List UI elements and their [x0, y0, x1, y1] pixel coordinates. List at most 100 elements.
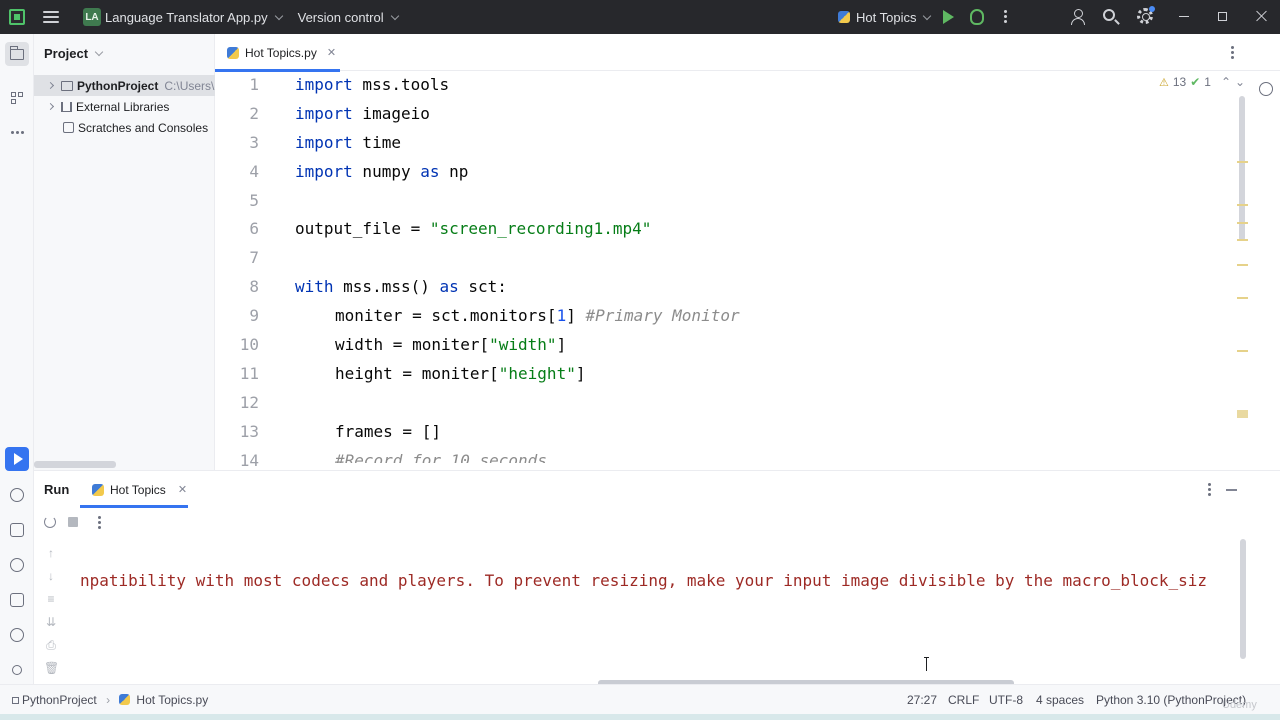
caret-position[interactable]: 27:27 — [907, 693, 937, 707]
scroll-marker[interactable] — [1237, 239, 1248, 241]
debug-icon[interactable] — [970, 9, 984, 25]
console-output[interactable]: npatibility with most codecs and players… — [80, 571, 1248, 590]
git-tool-button[interactable] — [5, 658, 29, 682]
scroll-up-icon[interactable]: ↑ — [44, 546, 58, 569]
project-name[interactable]: Language Translator App.py — [105, 10, 268, 25]
code-line[interactable]: with mss.mss() as sct: — [295, 273, 1235, 302]
code-text: mss.mss() — [333, 277, 440, 297]
taskbar-strip — [0, 714, 1280, 720]
close-run-tab-icon[interactable]: ✕ — [178, 483, 187, 496]
scroll-marker[interactable] — [1237, 161, 1248, 163]
line-number: 6 — [249, 219, 259, 239]
code-line[interactable] — [295, 187, 1235, 216]
more-actions-icon[interactable] — [1004, 10, 1007, 25]
scroll-marker[interactable] — [1237, 264, 1248, 266]
indent-setting[interactable]: 4 spaces — [1036, 693, 1084, 707]
search-icon[interactable] — [1103, 9, 1115, 21]
tab-options-icon[interactable] — [1231, 46, 1234, 61]
code-line[interactable]: moniter = sct.monitors[1] #Primary Monit… — [295, 302, 1235, 331]
folder-icon — [61, 80, 73, 91]
tree-item-external-libraries[interactable]: External Libraries — [34, 96, 215, 117]
run-tab-hot-topics[interactable]: Hot Topics ✕ — [88, 471, 188, 508]
breadcrumb-project[interactable]: PythonProject — [22, 693, 97, 707]
rerun-icon[interactable] — [44, 516, 56, 528]
problems-icon — [10, 628, 24, 642]
vc-chevron-down-icon[interactable] — [390, 11, 399, 20]
gear-icon[interactable] — [1137, 6, 1155, 24]
breadcrumb[interactable]: PythonProject › Hot Topics.py — [12, 693, 208, 707]
editor-vertical-scrollbar[interactable] — [1239, 96, 1245, 241]
tree-item-pythonproject[interactable]: PythonProject C:\Users\ — [34, 75, 215, 96]
structure-tool-button[interactable] — [5, 86, 29, 110]
run-options-icon[interactable] — [1208, 483, 1211, 498]
scroll-marker[interactable] — [1237, 410, 1248, 418]
run-tool-button[interactable] — [5, 447, 29, 471]
file-encoding[interactable]: UTF-8 — [989, 693, 1023, 707]
tab-hot-topics-py[interactable]: Hot Topics.py ✕ — [215, 34, 340, 72]
code-text: imageio — [352, 103, 430, 123]
ai-assistant-icon[interactable] — [1259, 82, 1273, 96]
run-toolbar-more-icon[interactable] — [98, 516, 101, 531]
scroll-marker[interactable] — [1237, 297, 1248, 299]
horizontal-scrollbar[interactable] — [34, 461, 116, 468]
hide-panel-icon[interactable] — [1226, 489, 1237, 491]
comment: #Primary Monitor — [585, 306, 740, 326]
print-icon[interactable]: ⎙ — [44, 638, 58, 661]
expand-chevron-icon[interactable] — [46, 81, 55, 90]
tab-label: Hot Topics.py — [245, 45, 317, 60]
project-badge[interactable]: LA — [83, 8, 101, 26]
version-control-menu[interactable]: Version control — [298, 10, 384, 25]
code-line[interactable]: import imageio — [295, 100, 1235, 129]
console-vertical-scrollbar[interactable] — [1240, 539, 1246, 659]
code-area[interactable]: import mss.tools import imageio import t… — [295, 71, 1235, 463]
scroll-marker[interactable] — [1237, 204, 1248, 206]
services-tool-button[interactable] — [5, 553, 29, 577]
expand-chevron-icon[interactable] — [46, 102, 55, 111]
scratches-icon — [63, 122, 74, 133]
close-tab-icon[interactable]: ✕ — [327, 46, 336, 59]
code-line[interactable]: import numpy as np — [295, 158, 1235, 187]
code-line[interactable]: frames = [] — [295, 418, 1235, 447]
next-highlight-icon[interactable]: ⌄ — [1235, 75, 1245, 89]
code-line[interactable]: import mss.tools — [295, 71, 1235, 100]
code-line[interactable] — [295, 389, 1235, 418]
layers-tool-button[interactable] — [5, 518, 29, 542]
scroll-down-icon[interactable]: ↓ — [44, 569, 58, 592]
run-config-selector[interactable]: Hot Topics — [838, 0, 932, 34]
tree-item-scratches[interactable]: Scratches and Consoles — [34, 117, 215, 138]
code-line[interactable]: height = moniter["height"] — [295, 360, 1235, 389]
code-line[interactable]: import time — [295, 129, 1235, 158]
python-packages-button[interactable] — [5, 483, 29, 507]
clear-all-icon[interactable]: 🗑 — [44, 661, 59, 684]
stop-icon[interactable] — [68, 517, 78, 527]
code-line[interactable]: width = moniter["width"] — [295, 331, 1235, 360]
soft-wrap-icon[interactable]: ≡ — [44, 592, 58, 615]
project-panel-header[interactable]: Project — [34, 34, 214, 72]
code-line[interactable]: output_file = "screen_recording1.mp4" — [295, 215, 1235, 244]
breadcrumb-file[interactable]: Hot Topics.py — [136, 693, 208, 707]
code-line[interactable] — [295, 244, 1235, 273]
tree-item-label: PythonProject — [77, 78, 159, 93]
run-icon[interactable] — [943, 10, 954, 24]
scroll-marker[interactable] — [1237, 350, 1248, 352]
project-tool-button[interactable] — [5, 42, 29, 66]
code-with-me-icon[interactable] — [1070, 9, 1086, 25]
maximize-window-icon[interactable] — [1218, 12, 1227, 21]
project-chevron-down-icon[interactable] — [274, 11, 283, 20]
minimize-window-icon[interactable] — [1179, 16, 1189, 17]
scroll-to-end-icon[interactable]: ⇊ — [44, 615, 58, 638]
project-view-chevron-icon[interactable] — [94, 47, 104, 56]
hamburger-menu-icon[interactable] — [43, 11, 59, 23]
line-separator[interactable]: CRLF — [948, 693, 979, 707]
code-text: ] — [556, 335, 567, 355]
terminal-tool-button[interactable] — [5, 588, 29, 612]
code-line[interactable]: #Record for 10 seconds — [295, 447, 1235, 463]
pycharm-logo-icon[interactable] — [9, 9, 25, 25]
close-window-icon[interactable] — [1256, 10, 1268, 22]
scroll-marker[interactable] — [1237, 222, 1248, 224]
problems-tool-button[interactable] — [5, 623, 29, 647]
tree-item-path: C:\Users\ — [164, 78, 215, 93]
more-tools-button[interactable] — [5, 120, 29, 144]
code-text: mss.tools — [352, 75, 450, 94]
code-text: height = moniter[ — [335, 363, 499, 383]
